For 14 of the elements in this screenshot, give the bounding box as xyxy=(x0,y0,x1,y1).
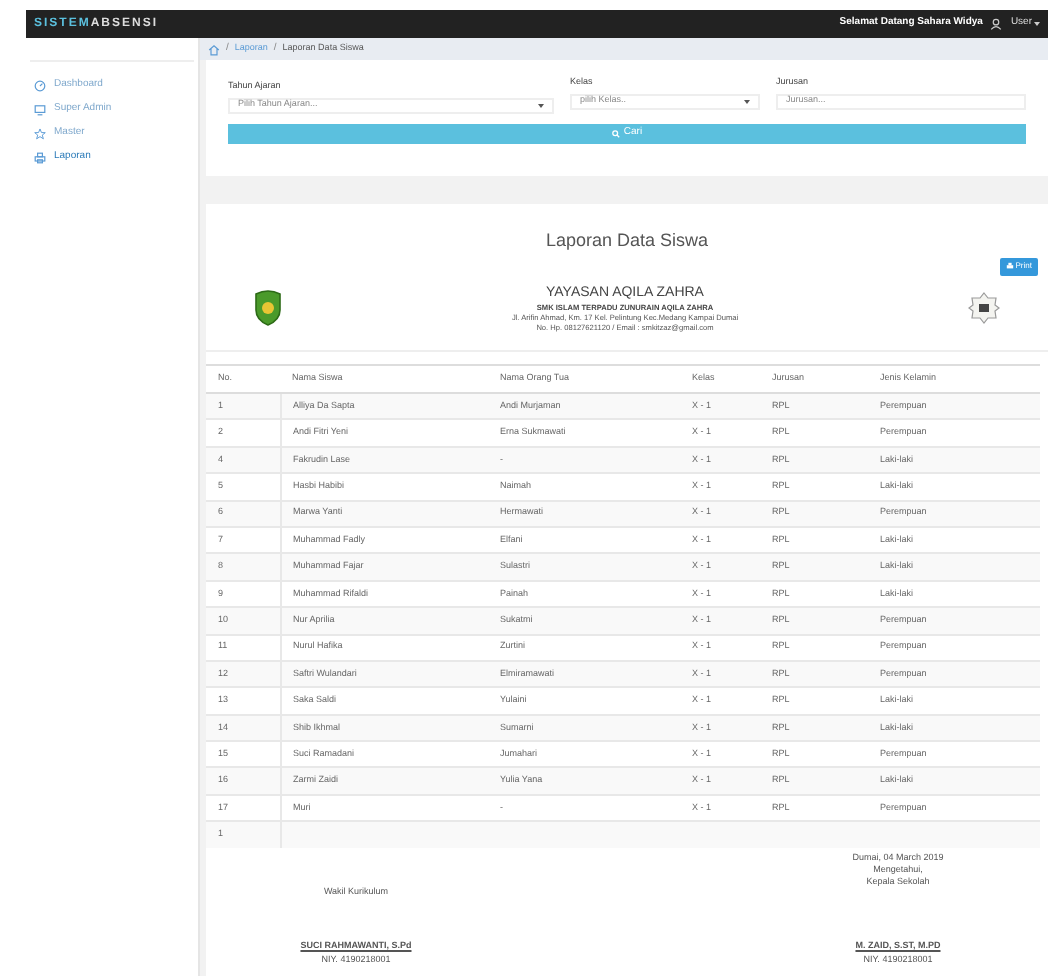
search-icon xyxy=(611,129,620,138)
user-icon xyxy=(990,18,1003,30)
printer-icon xyxy=(34,152,46,164)
dropdown-arrow-icon xyxy=(744,99,750,104)
printer-icon xyxy=(1005,262,1014,270)
star-icon xyxy=(34,128,46,140)
report-title: Laporan Data Siswa xyxy=(543,228,711,254)
monitor-icon xyxy=(34,104,46,116)
dropdown-arrow-icon xyxy=(538,103,544,108)
shield-logo-icon xyxy=(254,290,282,327)
emblem-logo-icon xyxy=(968,292,1000,325)
dashboard-icon xyxy=(34,80,46,92)
home-icon[interactable] xyxy=(208,43,220,55)
caret-icon xyxy=(1034,22,1040,26)
